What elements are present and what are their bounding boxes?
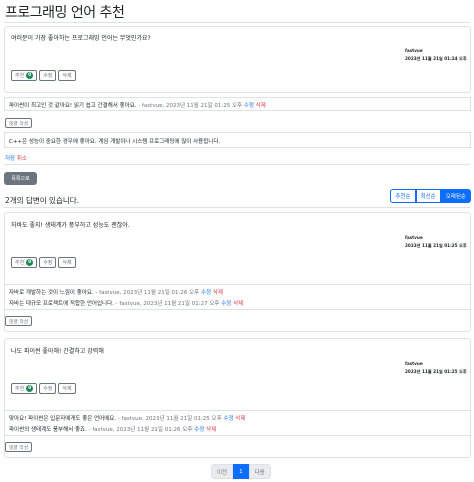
question-comment-list: 파이썬이 최고인 것 같아요! 읽기 쉽고 간결해서 좋아요. - fastvu…: [4, 97, 471, 111]
question-add-comment-button[interactable]: 댓글 작성: [5, 118, 33, 128]
question-delete-button[interactable]: 삭제: [58, 70, 76, 81]
question-actions: 추천 0 수정 삭제: [11, 70, 76, 81]
comment-edit-link[interactable]: 수정: [194, 427, 204, 433]
answer-card: 자바도 좋지! 생태계가 풍부하고 성능도 괜찮아. fastvue 2023년…: [4, 212, 471, 332]
answer-vote-button[interactable]: 추천 0: [11, 257, 38, 268]
answer-add-comment-button[interactable]: 댓글 작성: [5, 316, 33, 326]
title-divider: [4, 22, 470, 23]
vote-count-badge: 0: [26, 259, 34, 266]
answer-meta: fastvue 2023년 11월 21일 01:25 오후: [405, 360, 467, 376]
answer-comment-item: 파이썬의 생태계도 풍부해서 좋죠. - fastvue, 2023년 11월 …: [9, 425, 216, 433]
answer-content: 나도 파이썬 좋아해! 간결하고 강력해: [11, 348, 104, 355]
page-title: 프로그래밍 언어 추천: [5, 5, 125, 21]
comment-save-link[interactable]: 저장: [5, 156, 15, 162]
comment-form-actions: 저장 취소: [5, 154, 27, 162]
vote-label: 추천: [15, 386, 25, 392]
sort-by-oldest-button[interactable]: 오래된순: [440, 189, 471, 203]
question-meta: fastvue 2023년 11월 21일 01:24 오후: [405, 47, 467, 63]
vote-count-badge: 0: [26, 72, 34, 79]
comment-meta: - fastvue, 2023년 11월 21일 01:25 오후: [136, 103, 243, 109]
pagination-next[interactable]: 다음: [248, 464, 271, 479]
comment-edit-link[interactable]: 수정: [221, 301, 231, 307]
section-divider: [4, 164, 470, 165]
pagination: 이전 1 다음: [211, 464, 271, 479]
answer-edit-button[interactable]: 수정: [39, 383, 57, 394]
back-to-list-button[interactable]: 목록으로: [4, 172, 37, 185]
comment-delete-link[interactable]: 삭제: [256, 103, 266, 109]
sort-button-group: 추천순 최신순 오래된순: [390, 189, 471, 203]
question-content: 여러분이 가장 좋아하는 프로그래밍 언어는 무엇인가요?: [11, 35, 151, 42]
question-card: 여러분이 가장 좋아하는 프로그래밍 언어는 무엇인가요? fastvue 20…: [4, 26, 471, 93]
answer-author: fastvue: [405, 361, 423, 366]
vote-label: 추천: [15, 260, 25, 266]
answer-delete-button[interactable]: 삭제: [58, 383, 76, 394]
comment-text: 파이썬이 최고인 것 같아요! 읽기 쉽고 간결해서 좋아요.: [9, 103, 137, 109]
vote-label: 추천: [15, 73, 25, 79]
comment-input-value: C++은 성능이 중요한 경우에 좋아요. 게임 개발이나 시스템 프로그래밍에…: [9, 139, 221, 145]
answer-edit-button[interactable]: 수정: [39, 257, 57, 268]
comment-edit-link[interactable]: 수정: [201, 290, 211, 296]
comment-edit-link[interactable]: 수정: [244, 103, 254, 109]
comment-edit-link[interactable]: 수정: [223, 416, 233, 422]
comment-meta: - fastvue, 2023년 11월 21일 01:27 오후: [113, 301, 220, 307]
answer-date: 2023년 11월 21일 01:25 오후: [405, 243, 467, 248]
answer-comment-item: 자바로 개발하는 것이 느낌이 좋아요. - fastvue, 2023년 11…: [9, 288, 223, 296]
comment-delete-link[interactable]: 삭제: [235, 416, 245, 422]
comment-meta: - fastvue, 2023년 11월 21일 01:26 오후: [93, 290, 200, 296]
comment-meta: - fastvue, 2023년 11월 21일 01:26 오후: [86, 427, 193, 433]
comment-text: 맞아요! 파이썬은 입문자에게도 좋은 언어에요.: [9, 416, 117, 422]
comment-delete-link[interactable]: 삭제: [213, 290, 223, 296]
question-date: 2023년 11월 21일 01:24 오후: [405, 56, 467, 61]
comment-text: 자바로 개발하는 것이 느낌이 좋아요.: [9, 290, 94, 296]
answer-author: fastvue: [405, 235, 423, 240]
comment-cancel-link[interactable]: 취소: [17, 156, 27, 162]
answer-card: 나도 파이썬 좋아해! 간결하고 강력해 fastvue 2023년 11월 2…: [4, 338, 471, 458]
answer-comment-list: 맞아요! 파이썬은 입문자에게도 좋은 언어에요. - fastvue, 202…: [4, 410, 471, 436]
comment-input[interactable]: C++은 성능이 중요한 경우에 좋아요. 게임 개발이나 시스템 프로그래밍에…: [4, 132, 471, 148]
answers-count: 2개의 답변이 있습니다.: [5, 196, 80, 205]
answer-content: 자바도 좋지! 생태계가 풍부하고 성능도 괜찮아.: [11, 222, 130, 229]
answer-add-comment-button[interactable]: 댓글 작성: [5, 442, 33, 452]
answer-comment-item: 맞아요! 파이썬은 입문자에게도 좋은 언어에요. - fastvue, 202…: [9, 414, 245, 422]
comment-delete-link[interactable]: 삭제: [233, 301, 243, 307]
answer-actions: 추천 0 수정 삭제: [11, 257, 76, 268]
answer-actions: 추천 0 수정 삭제: [11, 383, 76, 394]
question-author: fastvue: [405, 48, 423, 53]
answer-meta: fastvue 2023년 11월 21일 01:25 오후: [405, 234, 467, 250]
comment-text: 자바는 대규모 프로젝트에 적합한 언어입니다.: [9, 301, 114, 307]
question-edit-button[interactable]: 수정: [39, 70, 57, 81]
pagination-page-1[interactable]: 1: [233, 464, 249, 479]
question-comment-item: 파이썬이 최고인 것 같아요! 읽기 쉽고 간결해서 좋아요. - fastvu…: [9, 101, 266, 109]
answer-date: 2023년 11월 21일 01:25 오후: [405, 369, 467, 374]
comment-meta: - fastvue, 2023년 11월 21일 01:25 오후: [116, 416, 222, 422]
answer-delete-button[interactable]: 삭제: [58, 257, 76, 268]
sort-by-votes-button[interactable]: 추천순: [390, 189, 416, 203]
answer-comment-list: 자바로 개발하는 것이 느낌이 좋아요. - fastvue, 2023년 11…: [4, 284, 471, 310]
pagination-prev[interactable]: 이전: [211, 464, 234, 479]
answer-vote-button[interactable]: 추천 0: [11, 383, 38, 394]
sort-by-newest-button[interactable]: 최신순: [415, 189, 441, 203]
comment-text: 파이썬의 생태계도 풍부해서 좋죠.: [9, 427, 87, 433]
question-vote-button[interactable]: 추천 0: [11, 70, 38, 81]
vote-count-badge: 0: [26, 385, 34, 392]
answers-divider: [4, 207, 470, 208]
comment-delete-link[interactable]: 삭제: [206, 427, 216, 433]
answer-comment-item: 자바는 대규모 프로젝트에 적합한 언어입니다. - fastvue, 2023…: [9, 299, 243, 307]
